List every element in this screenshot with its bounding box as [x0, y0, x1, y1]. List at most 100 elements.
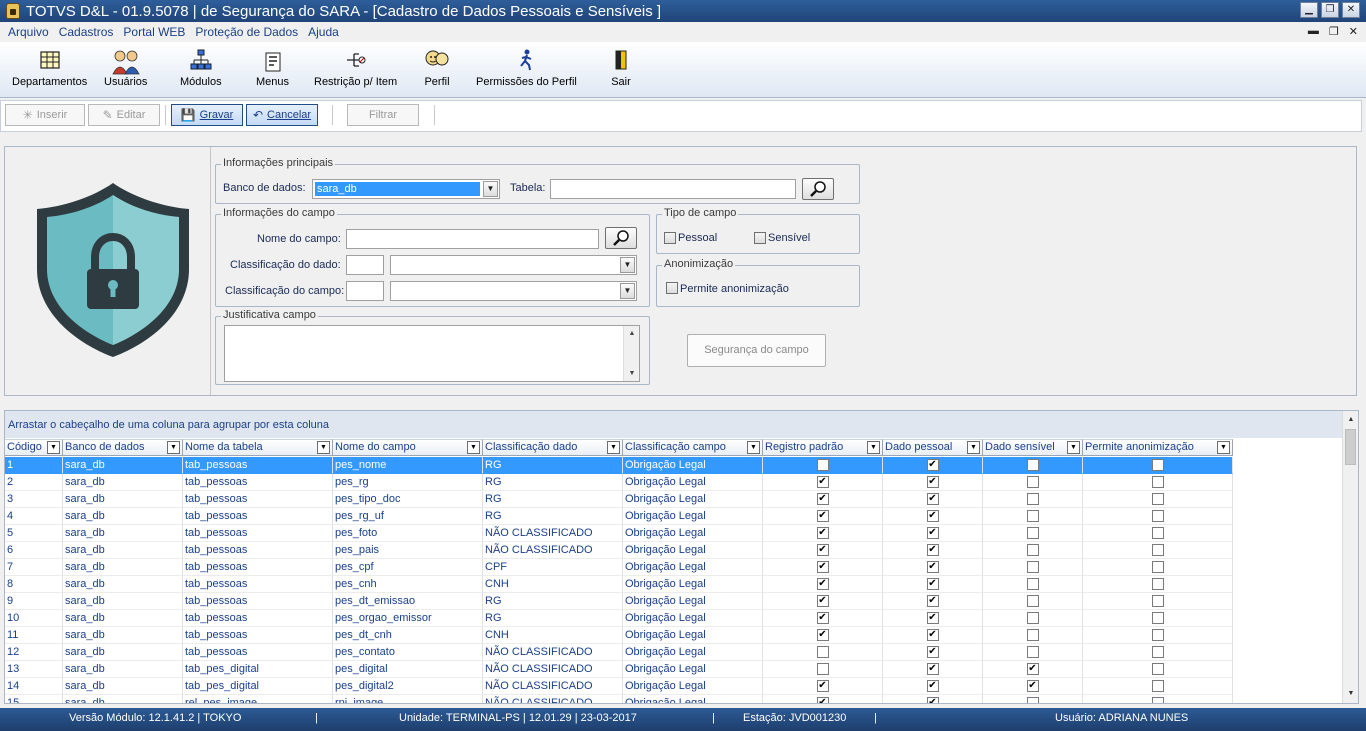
dado-sensivel-checkbox[interactable]: ✔ [1026, 680, 1039, 692]
cancelar-button[interactable]: ↶ Cancelar [246, 104, 318, 126]
ribbon-usuarios-button[interactable]: Usuários [104, 48, 147, 88]
registro-padrao-checkbox[interactable]: ✔ [816, 578, 829, 590]
dado-pessoal-checkbox[interactable]: ✔ [926, 578, 939, 590]
registro-padrao-checkbox[interactable]: ✔ [816, 493, 829, 505]
permite-anon-checkbox[interactable] [1151, 612, 1164, 624]
filter-dropdown-icon[interactable]: ▼ [47, 441, 60, 454]
minimize-button[interactable]: ▁ [1300, 2, 1318, 18]
filter-dropdown-icon[interactable]: ▼ [967, 441, 980, 454]
dado-sensivel-checkbox[interactable] [1026, 493, 1039, 505]
column-header-registro-padrao[interactable]: Registro padrão ▼ [763, 439, 883, 456]
dado-pessoal-checkbox[interactable]: ✔ [926, 629, 939, 641]
column-header-banco[interactable]: Banco de dados ▼ [63, 439, 183, 456]
column-header-campo[interactable]: Nome do campo ▼ [333, 439, 483, 456]
column-header-class-dado[interactable]: Classificação dado ▼ [483, 439, 623, 456]
ribbon-restricao-button[interactable]: Restrição p/ Item [314, 48, 397, 88]
table-row[interactable]: 10 sara_db tab_pessoas pes_orgao_emissor RG O… [5, 610, 1233, 627]
justificativa-scrollbar[interactable]: ▲ ▼ [623, 326, 639, 381]
column-header-dado-sensivel[interactable]: Dado sensível ▼ [983, 439, 1083, 456]
table-row[interactable]: 9 sara_db tab_pessoas pes_dt_emissao RG Obrig… [5, 593, 1233, 610]
filter-dropdown-icon[interactable]: ▼ [867, 441, 880, 454]
groupby-panel[interactable]: Arrastar o cabeçalho de uma coluna para … [5, 411, 1343, 438]
filter-dropdown-icon[interactable]: ▼ [1067, 441, 1080, 454]
registro-padrao-checkbox[interactable]: ✔ [816, 680, 829, 692]
permite-anon-checkbox[interactable] [1151, 561, 1164, 573]
permite-anon-checkbox[interactable] [666, 282, 678, 294]
menu-cadastros[interactable]: Cadastros [57, 25, 116, 39]
table-row[interactable]: 12 sara_db tab_pessoas pes_contato NÃO CLASS… [5, 644, 1233, 661]
registro-padrao-checkbox[interactable]: ✔ [816, 544, 829, 556]
menu-ajuda[interactable]: Ajuda [306, 25, 341, 39]
table-row[interactable]: 2 sara_db tab_pessoas pes_rg RG Obrigação Leg… [5, 474, 1233, 491]
menu-protecao-dados[interactable]: Proteção de Dados [193, 25, 300, 39]
nome-campo-input[interactable] [346, 229, 599, 249]
permite-anon-checkbox[interactable] [1151, 459, 1164, 471]
banco-select[interactable]: sara_db ▼ [312, 179, 500, 199]
tabela-input[interactable] [550, 179, 796, 199]
registro-padrao-checkbox[interactable]: ✔ [816, 476, 829, 488]
permite-anon-checkbox[interactable] [1151, 663, 1164, 675]
restore-button[interactable]: ❐ [1321, 2, 1339, 18]
justificativa-textarea[interactable]: ▲ ▼ [224, 325, 640, 382]
registro-padrao-checkbox[interactable] [816, 663, 829, 675]
scroll-up-icon[interactable]: ▲ [1343, 413, 1358, 427]
permite-anon-checkbox[interactable] [1151, 510, 1164, 522]
dado-sensivel-checkbox[interactable] [1026, 510, 1039, 522]
filter-dropdown-icon[interactable]: ▼ [167, 441, 180, 454]
seguranca-campo-button[interactable]: Segurança do campo [687, 334, 826, 367]
table-row[interactable]: 4 sara_db tab_pessoas pes_rg_uf RG Obrigação … [5, 508, 1233, 525]
dado-pessoal-checkbox[interactable]: ✔ [926, 697, 939, 703]
table-row[interactable]: 11 sara_db tab_pessoas pes_dt_cnh CNH Obrigaç… [5, 627, 1233, 644]
dado-pessoal-checkbox[interactable]: ✔ [926, 459, 939, 471]
dado-sensivel-checkbox[interactable] [1026, 544, 1039, 556]
ribbon-sair-button[interactable]: Sair [611, 48, 631, 88]
filter-dropdown-icon[interactable]: ▼ [747, 441, 760, 454]
scroll-down-icon[interactable]: ▼ [1343, 687, 1358, 701]
dado-sensivel-checkbox[interactable]: ✔ [1026, 663, 1039, 675]
pessoal-checkbox[interactable] [664, 232, 676, 244]
table-row[interactable]: 1 sara_db tab_pessoas pes_nome RG Obrigação L… [5, 457, 1233, 474]
permite-anon-checkbox[interactable] [1151, 578, 1164, 590]
permite-anon-checkbox[interactable] [1151, 680, 1164, 692]
inserir-button[interactable]: ✳ Inserir [5, 104, 85, 126]
dado-pessoal-checkbox[interactable]: ✔ [926, 493, 939, 505]
ribbon-perfil-button[interactable]: Perfil [424, 48, 450, 88]
menu-arquivo[interactable]: Arquivo [6, 25, 51, 39]
dado-pessoal-checkbox[interactable]: ✔ [926, 544, 939, 556]
class-campo-select[interactable]: ▼ [390, 281, 637, 301]
scroll-down-icon[interactable]: ▼ [624, 370, 640, 377]
dado-pessoal-checkbox[interactable]: ✔ [926, 663, 939, 675]
table-row[interactable]: 8 sara_db tab_pessoas pes_cnh CNH Obrigação L… [5, 576, 1233, 593]
mdi-close-button[interactable]: ✕ [1349, 25, 1358, 38]
dado-sensivel-checkbox[interactable] [1026, 459, 1039, 471]
dado-sensivel-checkbox[interactable] [1026, 578, 1039, 590]
dado-pessoal-checkbox[interactable]: ✔ [926, 527, 939, 539]
dado-sensivel-checkbox[interactable] [1026, 646, 1039, 658]
dado-sensivel-checkbox[interactable] [1026, 595, 1039, 607]
column-header-permite-anon[interactable]: Permite anonimização ▼ [1083, 439, 1233, 456]
dado-pessoal-checkbox[interactable]: ✔ [926, 510, 939, 522]
mdi-minimize-button[interactable]: ▬ [1308, 25, 1319, 38]
registro-padrao-checkbox[interactable]: ✔ [816, 510, 829, 522]
dado-pessoal-checkbox[interactable]: ✔ [926, 646, 939, 658]
registro-padrao-checkbox[interactable]: ✔ [816, 697, 829, 703]
permite-anon-checkbox[interactable] [1151, 646, 1164, 658]
ribbon-permissoes-button[interactable]: Permissões do Perfil [476, 48, 577, 88]
registro-padrao-checkbox[interactable]: ✔ [816, 595, 829, 607]
dado-sensivel-checkbox[interactable] [1026, 527, 1039, 539]
table-row[interactable]: 15 sara_db rel_pes_image rpi_image NÃO CLASS… [5, 695, 1233, 703]
registro-padrao-checkbox[interactable]: ✔ [816, 561, 829, 573]
dado-sensivel-checkbox[interactable] [1026, 629, 1039, 641]
permite-anon-checkbox[interactable] [1151, 544, 1164, 556]
filter-dropdown-icon[interactable]: ▼ [1217, 441, 1230, 454]
scroll-up-icon[interactable]: ▲ [624, 330, 640, 337]
column-header-tabela[interactable]: Nome da tabela ▼ [183, 439, 333, 456]
table-row[interactable]: 13 sara_db tab_pes_digital pes_digital NÃO C… [5, 661, 1233, 678]
gravar-button[interactable]: 💾 Gravar [171, 104, 243, 126]
filter-dropdown-icon[interactable]: ▼ [317, 441, 330, 454]
close-button[interactable]: ✕ [1342, 2, 1360, 18]
registro-padrao-checkbox[interactable]: ✔ [816, 527, 829, 539]
dado-sensivel-checkbox[interactable] [1026, 612, 1039, 624]
dado-sensivel-checkbox[interactable] [1026, 476, 1039, 488]
table-row[interactable]: 14 sara_db tab_pes_digital pes_digital2 NÃO … [5, 678, 1233, 695]
